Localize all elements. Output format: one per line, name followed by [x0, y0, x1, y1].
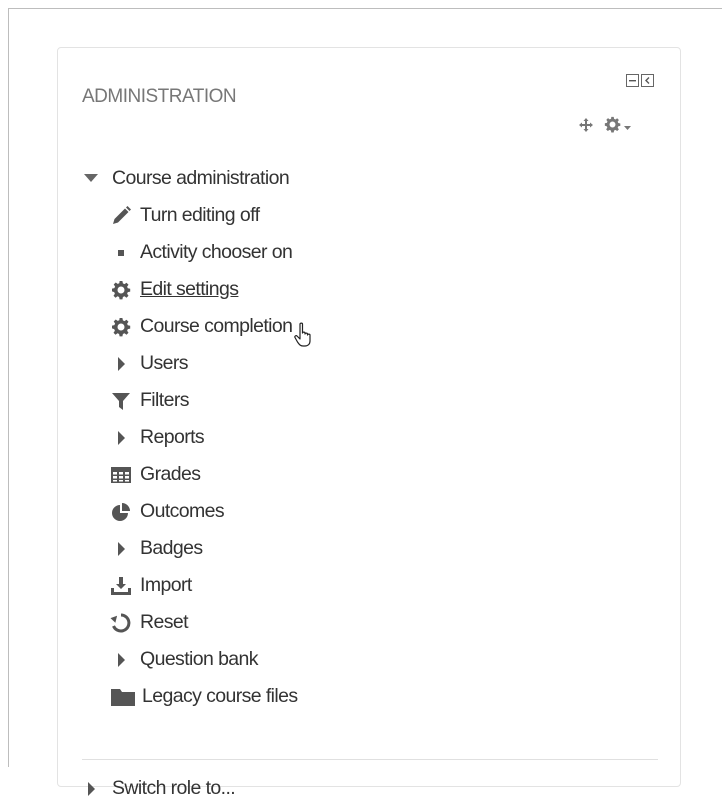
move-icon[interactable] — [578, 117, 594, 138]
tree-item-filters[interactable]: Filters — [82, 382, 658, 419]
tree-item-label: Badges — [140, 537, 203, 559]
tree-item-question-bank[interactable]: Question bank — [82, 641, 658, 678]
block-controls — [626, 74, 654, 87]
tree-item-label: Reset — [140, 611, 189, 633]
block-actions — [578, 116, 631, 138]
tree-item-turn-editing-off[interactable]: Turn editing off — [82, 197, 658, 234]
caret-right-icon — [82, 778, 100, 800]
tree-root-course-administration[interactable]: Course administration — [82, 160, 658, 197]
tree-item-grades[interactable]: Grades — [82, 456, 658, 493]
block-title: ADMINISTRATION — [82, 85, 237, 107]
minimize-icon[interactable] — [626, 74, 639, 87]
download-icon — [110, 575, 132, 597]
tree-item-switch-role[interactable]: Switch role to... — [82, 770, 658, 807]
tree-divider — [82, 759, 658, 760]
tree-item-activity-chooser[interactable]: Activity chooser on — [82, 234, 658, 271]
caret-right-icon — [110, 427, 132, 449]
square-bullet-icon — [110, 242, 132, 264]
administration-block: ADMINISTRATION Course administration Tur… — [57, 47, 681, 799]
page-frame: ADMINISTRATION Course administration Tur… — [8, 8, 722, 799]
tree-item-import[interactable]: Import — [82, 567, 658, 604]
gear-icon — [110, 316, 132, 338]
tree-item-course-completion[interactable]: Course completion — [82, 308, 658, 345]
tree-item-users[interactable]: Users — [82, 345, 658, 382]
caret-down-icon — [82, 174, 100, 183]
chevron-down-icon — [624, 118, 631, 136]
caret-right-icon — [110, 538, 132, 560]
tree-root-label: Course administration — [112, 167, 290, 189]
tree-item-label: Question bank — [140, 648, 259, 670]
tree-item-label: Import — [140, 574, 192, 596]
gear-icon — [110, 279, 132, 301]
tree-item-edit-settings[interactable]: Edit settings — [82, 271, 658, 308]
gear-icon — [604, 116, 621, 138]
caret-right-icon — [110, 649, 132, 671]
tree-item-label: Outcomes — [140, 500, 225, 522]
filter-icon — [110, 390, 132, 412]
caret-right-icon — [110, 353, 132, 375]
tree-item-reset[interactable]: Reset — [82, 604, 658, 641]
folder-icon — [110, 686, 136, 708]
tree-item-label: Filters — [140, 389, 189, 411]
tree-item-legacy-course-files[interactable]: Legacy course files — [82, 678, 658, 715]
dock-left-icon[interactable] — [641, 74, 654, 87]
tree-item-label: Grades — [140, 463, 201, 485]
tree-item-label: Switch role to... — [112, 777, 236, 799]
tree-item-label: Course completion — [140, 315, 293, 337]
hand-cursor-icon — [294, 322, 316, 353]
tree-item-label: Turn editing off — [140, 204, 260, 226]
tree-item-badges[interactable]: Badges — [82, 530, 658, 567]
tree-item-outcomes[interactable]: Outcomes — [82, 493, 658, 530]
pie-chart-icon — [110, 501, 132, 523]
tree-item-label: Activity chooser on — [140, 241, 293, 263]
tree-item-reports[interactable]: Reports — [82, 419, 658, 456]
actions-menu-button[interactable] — [604, 116, 631, 138]
reset-icon — [110, 612, 132, 634]
tree-item-label: Users — [140, 352, 189, 374]
tree-item-label[interactable]: Edit settings — [140, 278, 239, 301]
pencil-icon — [110, 205, 132, 227]
tree-item-label: Legacy course files — [142, 685, 298, 707]
tree-item-label: Reports — [140, 426, 205, 448]
table-icon — [110, 464, 132, 486]
admin-tree: Course administration Turn editing off A… — [82, 160, 658, 799]
